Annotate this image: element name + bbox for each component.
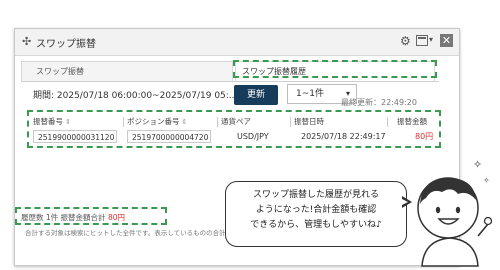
column-divider bbox=[123, 117, 124, 127]
column-header-pair[interactable]: 通貨ペア bbox=[221, 115, 251, 129]
column-divider bbox=[387, 117, 388, 127]
mascot-character-illustration bbox=[417, 177, 492, 267]
window-titlebar[interactable]: ✣ スワップ振替 ⚙ ▾ ✕ bbox=[15, 29, 459, 56]
last-updated: 最終更新：22:49:20 bbox=[341, 98, 417, 107]
column-header-amount[interactable]: 振替金額 bbox=[397, 115, 427, 129]
bubble-line: ようになった!合計金額も確認 bbox=[255, 205, 377, 215]
window-menu-icon[interactable] bbox=[416, 35, 428, 46]
transfer-amount-cell: 80円 bbox=[415, 132, 434, 141]
window-title: スワップ振替 bbox=[36, 39, 96, 50]
column-header-label: 通貨ペア bbox=[221, 117, 251, 126]
sparkle-icon: ✧ bbox=[483, 176, 490, 185]
speech-bubble: スワップ振替した履歴が見れる ようになった!合計金額も確認 できるから、管理もし… bbox=[225, 181, 407, 247]
move-icon[interactable]: ✣ bbox=[22, 35, 31, 48]
column-divider bbox=[290, 117, 291, 127]
highlight-history-tab bbox=[233, 60, 437, 78]
gear-icon[interactable]: ⚙ bbox=[400, 34, 411, 48]
transfer-number-cell[interactable]: 2519900000031120 bbox=[33, 130, 117, 143]
column-divider bbox=[217, 117, 218, 127]
footer-note: 合計する対象は検索にヒットした全件です。表示しているものの合計ではあり bbox=[25, 229, 252, 237]
bubble-line: できるから、管理もしやすいね♪ bbox=[250, 220, 382, 230]
footer-summary: 履歴数 1件 振替金額合計 80円 bbox=[21, 212, 125, 223]
sort-icon: ⇕ bbox=[65, 118, 71, 126]
bubble-line: スワップ振替した履歴が見れる bbox=[252, 190, 379, 200]
position-number-cell[interactable]: 2519700000004720 bbox=[127, 130, 211, 143]
column-header-transfer-no[interactable]: 振替番号 ⇕ bbox=[33, 115, 71, 129]
column-header-label: 振替日時 bbox=[294, 117, 324, 126]
column-header-label: ポジション番号 bbox=[127, 117, 180, 126]
column-header-label: 振替金額 bbox=[397, 117, 427, 126]
column-header-label: 振替番号 bbox=[33, 117, 63, 126]
footer-total-amount: 80円 bbox=[107, 213, 125, 222]
range-select-value: 1~1件 bbox=[296, 89, 324, 99]
period-label: 期間: 2025/07/18 06:00:00~2025/07/19 05:..… bbox=[33, 91, 238, 101]
speech-bubble-tail-fill bbox=[400, 198, 408, 206]
column-header-datetime[interactable]: 振替日時 bbox=[294, 115, 324, 129]
footer-summary-label: 履歴数 1件 振替金額合計 bbox=[21, 213, 106, 222]
sparkle-icon: ✧ bbox=[473, 158, 483, 171]
tab-swap-transfer[interactable]: スワップ振替 bbox=[21, 61, 233, 81]
chevron-down-icon[interactable]: ▾ bbox=[429, 35, 433, 44]
transfer-datetime-cell: 2025/07/18 22:49:17 bbox=[301, 132, 386, 141]
sort-icon: ⇕ bbox=[181, 118, 188, 126]
close-icon[interactable]: ✕ bbox=[440, 34, 453, 47]
update-button[interactable]: 更新 bbox=[234, 85, 278, 105]
column-header-position-no[interactable]: ポジション番号 ⇕ bbox=[127, 115, 187, 129]
currency-pair-cell: USD/JPY bbox=[237, 132, 269, 141]
